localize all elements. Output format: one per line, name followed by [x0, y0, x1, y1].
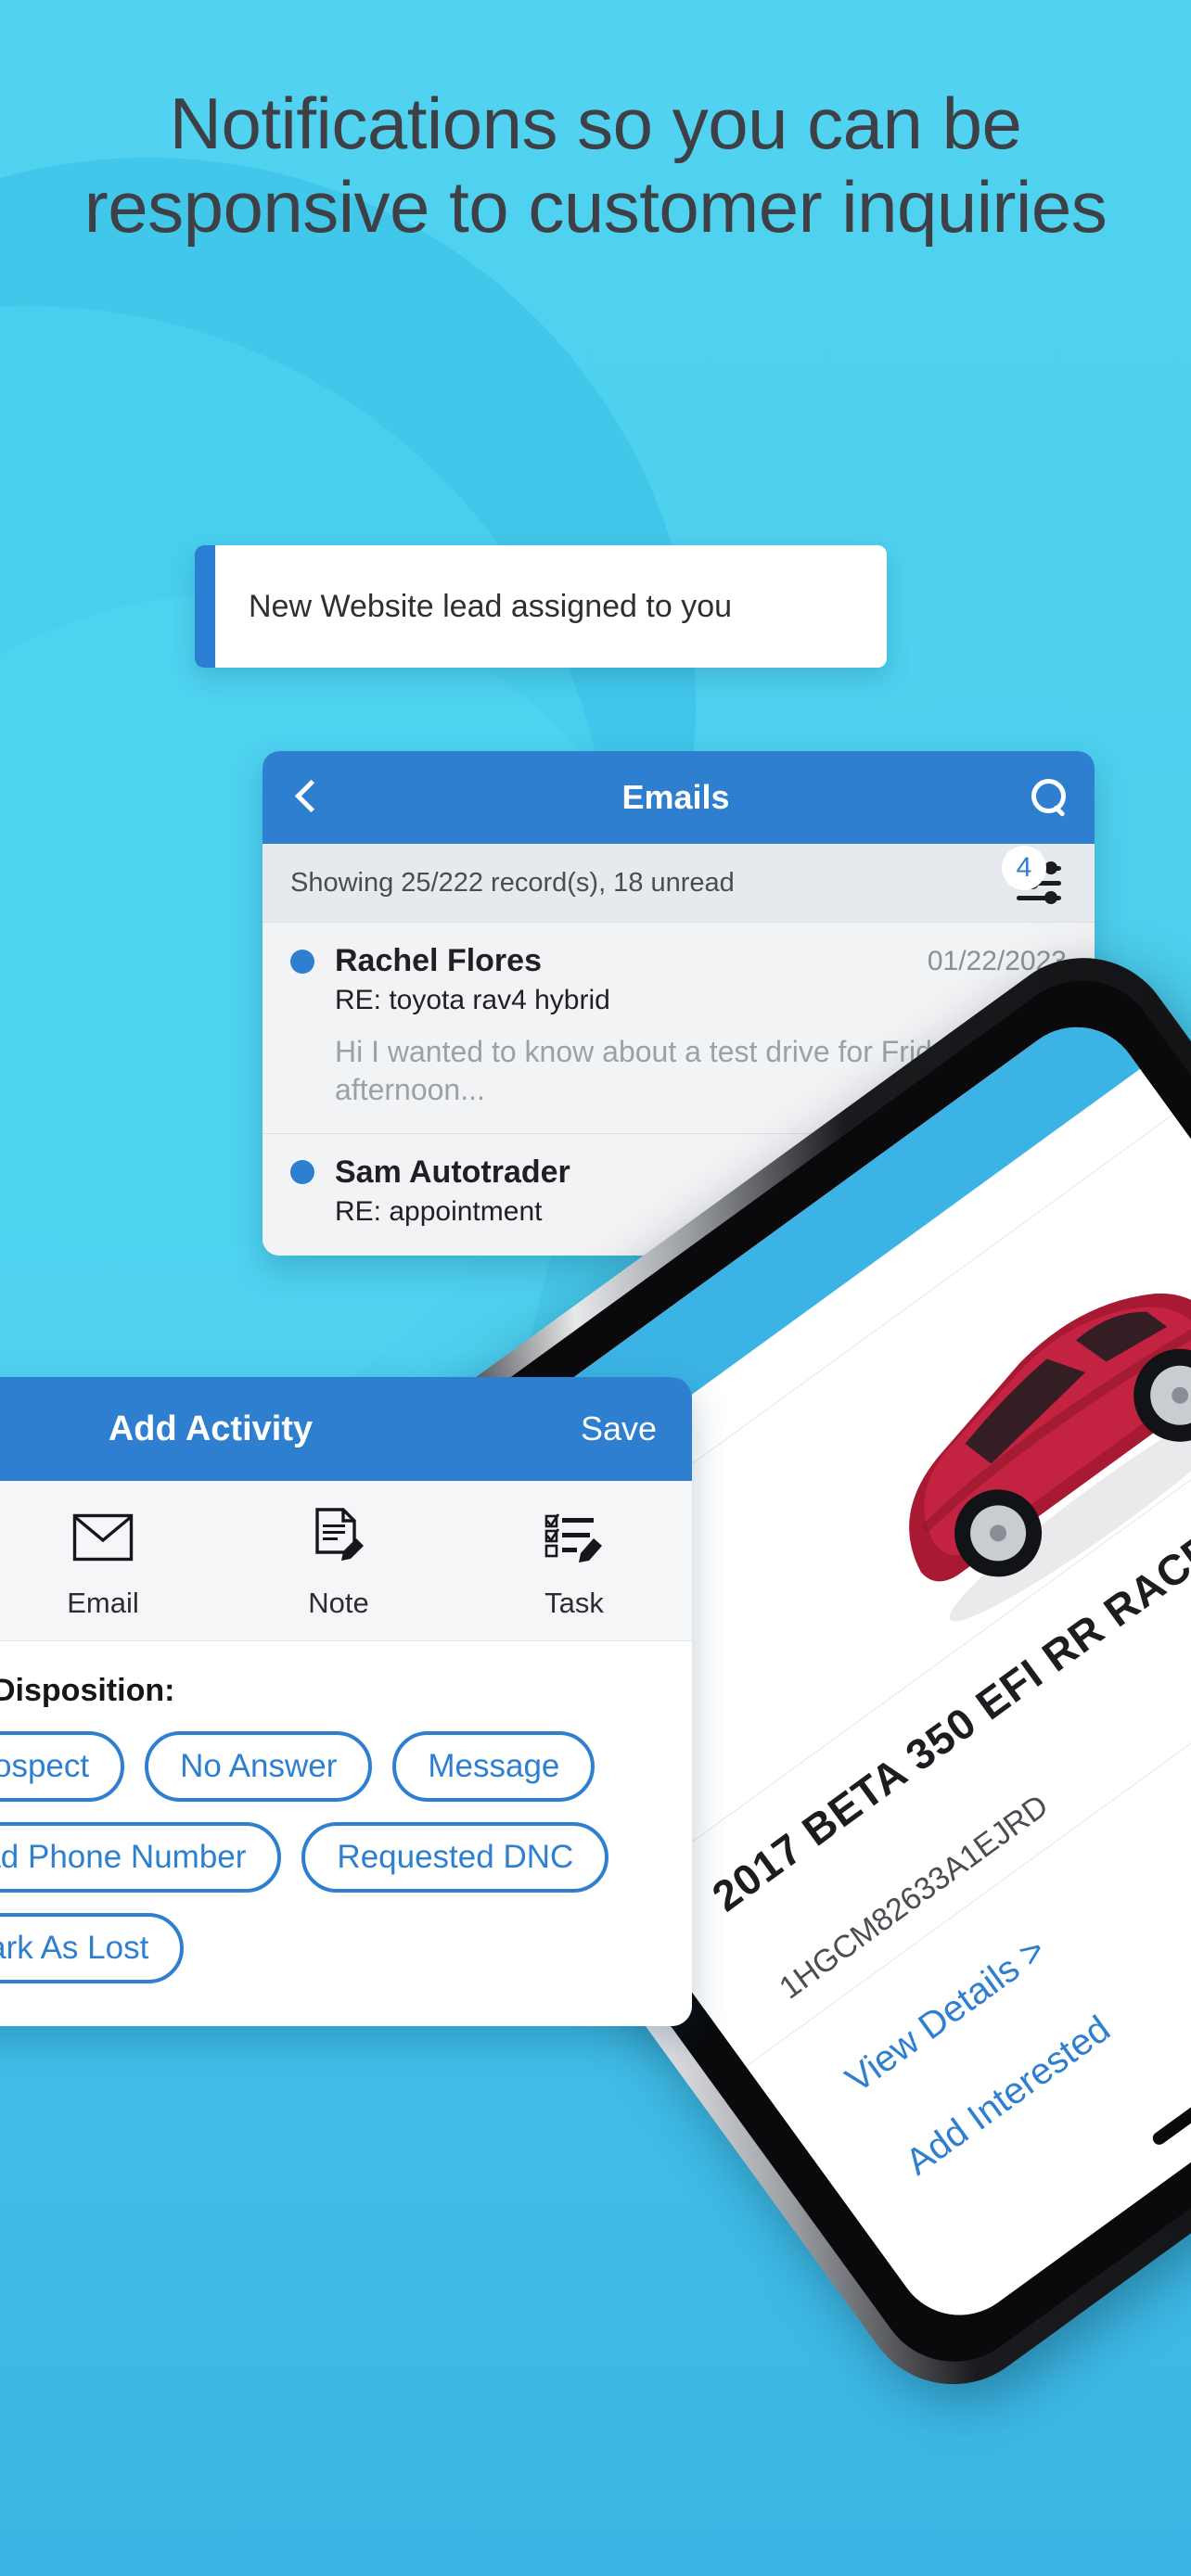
emails-header: Emails	[263, 751, 1095, 844]
activity-type-tabs: SMS SMS Email	[0, 1481, 692, 1641]
email-row-top: Rachel Flores 01/22/2023	[290, 943, 1067, 979]
note-pencil-icon	[221, 1505, 456, 1570]
filter-count-badge: 4	[1002, 846, 1046, 890]
disposition-chip[interactable]: Mark As Lost	[0, 1913, 185, 1983]
tab-task[interactable]: Task	[456, 1505, 692, 1620]
search-icon[interactable]	[1030, 779, 1067, 816]
filter-button[interactable]: 4	[1002, 846, 1067, 909]
disposition-chip-list: Prospect No Answer Message Bad Phone Num…	[0, 1731, 692, 1983]
emails-summary-bar: Showing 25/222 record(s), 18 unread 4	[263, 844, 1095, 922]
save-button[interactable]: Save	[581, 1409, 657, 1448]
envelope-icon	[0, 1505, 221, 1570]
tab-email[interactable]: Email	[0, 1505, 221, 1620]
tab-note-label: Note	[308, 1587, 369, 1619]
emails-summary-text: Showing 25/222 record(s), 18 unread	[290, 867, 735, 898]
emails-title: Emails	[621, 778, 730, 816]
disposition-chip[interactable]: No Answer	[145, 1731, 373, 1802]
tab-note[interactable]: Note	[221, 1505, 456, 1620]
disposition-label: Disposition:	[0, 1673, 175, 1708]
add-activity-title: Add Activity	[108, 1409, 314, 1448]
page-headline: Notifications so you can be responsive t…	[83, 83, 1108, 249]
task-checklist-pencil-icon	[456, 1505, 692, 1570]
email-sender-name: Rachel Flores	[335, 943, 542, 978]
disposition-chip[interactable]: Requested DNC	[301, 1822, 609, 1893]
unread-dot-icon	[290, 949, 314, 974]
unread-dot-icon	[290, 1160, 314, 1185]
add-activity-card: Add Activity Save SMS SMS Email	[0, 1377, 692, 2026]
email-subject: RE: toyota rav4 hybrid	[335, 985, 610, 1015]
disposition-section: Disposition: Prospect No Answer Message …	[0, 1641, 692, 2026]
toast-accent-bar	[195, 545, 215, 668]
disposition-chip[interactable]: Message	[392, 1731, 596, 1802]
tab-task-label: Task	[544, 1587, 604, 1619]
notification-toast[interactable]: New Website lead assigned to you	[195, 545, 887, 668]
add-activity-header: Add Activity Save	[0, 1377, 692, 1481]
disposition-chip[interactable]: Prospect	[0, 1731, 125, 1802]
tab-email-label: Email	[67, 1587, 139, 1619]
toast-message: New Website lead assigned to you	[249, 588, 733, 624]
disposition-chip[interactable]: Bad Phone Number	[0, 1822, 282, 1893]
chevron-left-icon[interactable]	[290, 782, 322, 813]
